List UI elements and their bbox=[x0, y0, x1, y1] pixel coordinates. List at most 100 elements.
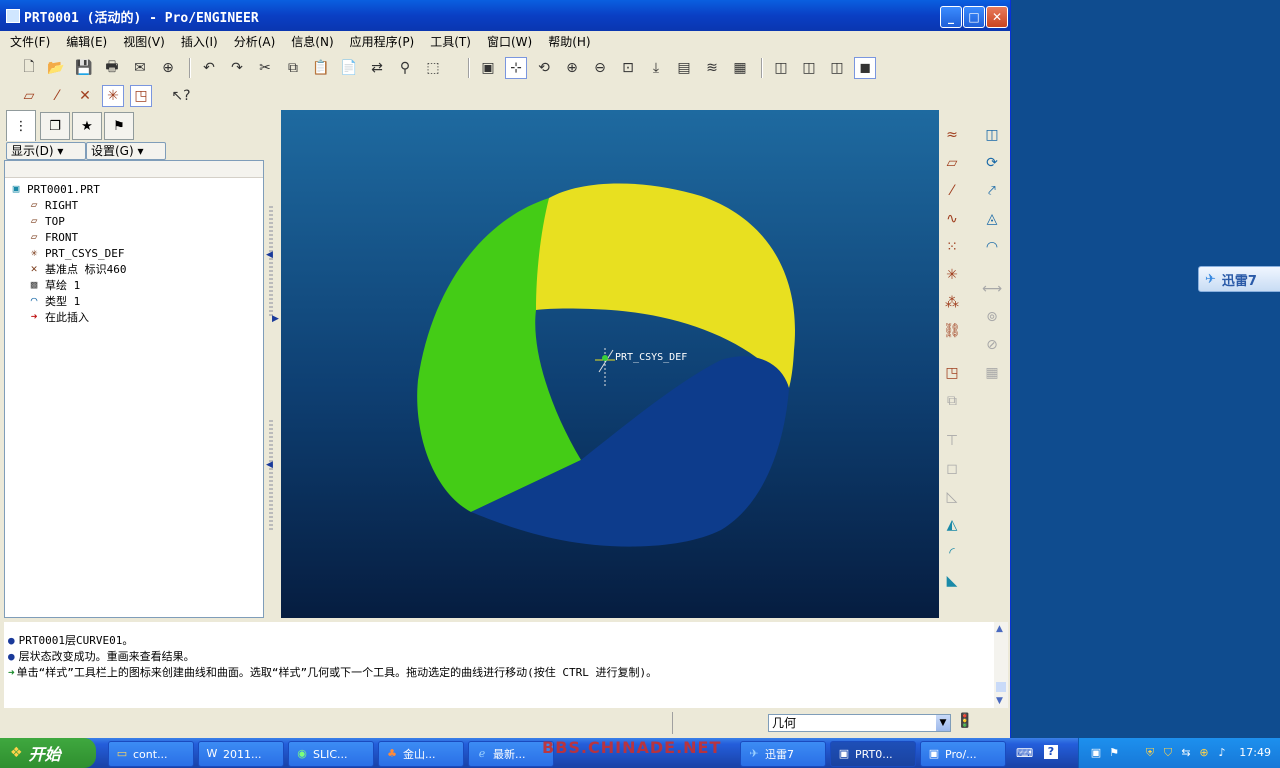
copy-icon[interactable]: ⧉ bbox=[282, 57, 304, 79]
tree-item-csys[interactable]: ✳ PRT_CSYS_DEF bbox=[27, 245, 125, 261]
refit-icon[interactable]: ⊡ bbox=[617, 57, 639, 79]
tree-item-part[interactable]: ▣ PRT0001.PRT bbox=[9, 181, 100, 197]
pattern-icon[interactable]: ▦ bbox=[981, 362, 1003, 384]
layers-icon[interactable]: ≋ bbox=[701, 57, 723, 79]
new-file-icon[interactable]: 🗋 bbox=[18, 57, 40, 79]
message-scrollbar[interactable]: ▲ ▼ bbox=[994, 622, 1008, 708]
display-dropdown[interactable]: 显示(D) ▾ bbox=[6, 142, 86, 160]
folder-browser-tab[interactable]: ❐ bbox=[40, 112, 70, 140]
volume-icon[interactable]: ♪ bbox=[1215, 746, 1229, 760]
shield-icon[interactable]: ⛉ bbox=[1161, 746, 1175, 760]
datum-axes-display-icon[interactable]: ⁄ bbox=[46, 85, 68, 107]
orient-mode-icon[interactable]: ⟲ bbox=[533, 57, 555, 79]
antivirus-icon[interactable]: ⚑ bbox=[1107, 746, 1121, 760]
favorites-tab[interactable]: ★ bbox=[72, 112, 102, 140]
security-shield-icon[interactable]: ⛨ bbox=[1143, 746, 1157, 760]
menu-edit[interactable]: 编辑(E) bbox=[56, 31, 113, 50]
regenerate-icon[interactable]: ⇄ bbox=[366, 57, 388, 79]
tree-item-style[interactable]: ◠ 类型 1 bbox=[27, 293, 81, 309]
reorient-icon[interactable]: ⤓ bbox=[645, 57, 667, 79]
chain-icon[interactable]: ⛓ bbox=[941, 320, 963, 342]
shading-icon[interactable]: ◼ bbox=[854, 57, 876, 79]
tree-item-right[interactable]: ▱ RIGHT bbox=[27, 197, 78, 213]
analysis-feature-icon[interactable]: ⁂ bbox=[941, 292, 963, 314]
task-button[interactable]: ♣ 金山... bbox=[378, 741, 464, 767]
chamfer-icon[interactable]: ◣ bbox=[941, 570, 963, 592]
shell-icon[interactable]: ◻ bbox=[941, 458, 963, 480]
wireframe-icon[interactable]: ◫ bbox=[770, 57, 792, 79]
print-icon[interactable]: 🖶 bbox=[101, 57, 123, 79]
paste-icon[interactable]: 📋 bbox=[310, 57, 332, 79]
help-icon[interactable]: ? bbox=[1044, 745, 1058, 759]
revolve-icon[interactable]: ⟳ bbox=[981, 152, 1003, 174]
extrude-surface-icon[interactable]: ◭ bbox=[941, 514, 963, 536]
tree-item-front[interactable]: ▱ FRONT bbox=[27, 229, 78, 245]
menu-applications[interactable]: 应用程序(P) bbox=[340, 31, 421, 50]
task-button[interactable]: ✈ 迅雷7 bbox=[740, 741, 826, 767]
datum-axis-tool-icon[interactable]: ⁄ bbox=[941, 180, 963, 202]
zoom-out-icon[interactable]: ⊖ bbox=[589, 57, 611, 79]
plus-icon[interactable]: ⊕ bbox=[1197, 746, 1211, 760]
menu-info[interactable]: 信息(N) bbox=[281, 31, 339, 50]
selection-box-icon[interactable]: ⬚ bbox=[422, 57, 444, 79]
task-button[interactable]: ▭ cont... bbox=[108, 741, 194, 767]
menu-analysis[interactable]: 分析(A) bbox=[224, 31, 282, 50]
connections-tab[interactable]: ⚑ bbox=[104, 112, 134, 140]
repaint-icon[interactable]: ▣ bbox=[477, 57, 499, 79]
maximize-button[interactable]: □ bbox=[963, 6, 985, 28]
title-bar[interactable]: PRT0001 (活动的) - Pro/ENGINEER _ □ ✕ bbox=[0, 0, 1010, 31]
annotation-display-icon[interactable]: ◳ bbox=[130, 85, 152, 107]
style-tool-icon[interactable]: ◳ bbox=[941, 362, 963, 384]
trim-icon[interactable]: ⊘ bbox=[981, 334, 1003, 356]
scroll-down-icon[interactable]: ▼ bbox=[996, 696, 1003, 706]
panel-splitter[interactable]: ◀ ▶ ◀ bbox=[266, 110, 279, 618]
boundary-blend-icon[interactable]: ◠ bbox=[981, 236, 1003, 258]
tree-item-insert-here[interactable]: ➜ 在此插入 bbox=[27, 309, 89, 325]
tree-item-sketch[interactable]: ▩ 草绘 1 bbox=[27, 277, 81, 293]
spin-center-icon[interactable]: ⊹ bbox=[505, 57, 527, 79]
minimize-button[interactable]: _ bbox=[940, 6, 962, 28]
collapse-left-icon[interactable]: ◀ bbox=[266, 460, 273, 470]
cut-icon[interactable]: ✂ bbox=[254, 57, 276, 79]
model-tree-tab[interactable]: ⋮ bbox=[6, 110, 36, 141]
menu-view[interactable]: 视图(V) bbox=[113, 31, 171, 50]
menu-help[interactable]: 帮助(H) bbox=[538, 31, 596, 50]
menu-tools[interactable]: 工具(T) bbox=[420, 31, 477, 50]
saved-views-icon[interactable]: ▤ bbox=[673, 57, 695, 79]
datum-points-display-icon[interactable]: ✕ bbox=[74, 85, 96, 107]
task-button[interactable]: ▣ PRT0... bbox=[830, 741, 916, 767]
find-icon[interactable]: ⚲ bbox=[394, 57, 416, 79]
close-button[interactable]: ✕ bbox=[986, 6, 1008, 28]
network-icon[interactable]: ▣ bbox=[1089, 746, 1103, 760]
menu-file[interactable]: 文件(F) bbox=[0, 31, 56, 50]
expand-right-icon[interactable]: ▶ bbox=[272, 314, 279, 324]
hidden-line-icon[interactable]: ◫ bbox=[798, 57, 820, 79]
csys-tool-icon[interactable]: ✳ bbox=[941, 264, 963, 286]
task-button[interactable]: W 2011... bbox=[198, 741, 284, 767]
sketched-curve-icon[interactable]: ∿ bbox=[941, 208, 963, 230]
redo-icon[interactable]: ↷ bbox=[226, 57, 248, 79]
tree-item-datum-point[interactable]: ✕ 基准点 标识460 bbox=[27, 261, 127, 277]
collapse-left-icon[interactable]: ◀ bbox=[266, 250, 273, 260]
zoom-in-icon[interactable]: ⊕ bbox=[561, 57, 583, 79]
ref-feature-icon[interactable]: ⧉ bbox=[941, 390, 963, 412]
datum-plane-tool-icon[interactable]: ▱ bbox=[941, 152, 963, 174]
open-folder-icon[interactable]: 📂 bbox=[45, 57, 67, 79]
draft-icon[interactable]: ◺ bbox=[941, 486, 963, 508]
merge-icon[interactable]: ⊚ bbox=[981, 306, 1003, 328]
save-icon[interactable]: 💾 bbox=[73, 57, 95, 79]
csys-display-icon[interactable]: ✳ bbox=[102, 85, 124, 107]
paste-special-icon[interactable]: 📄 bbox=[338, 57, 360, 79]
datum-point-tool-icon[interactable]: ⁙ bbox=[941, 236, 963, 258]
mirror-icon[interactable]: ⟷ bbox=[981, 278, 1003, 300]
scroll-thumb[interactable] bbox=[996, 682, 1006, 692]
task-button[interactable]: ◉ SLIC... bbox=[288, 741, 374, 767]
hole-icon[interactable]: ⊤ bbox=[941, 430, 963, 452]
round-icon[interactable]: ◜ bbox=[941, 542, 963, 564]
no-hidden-icon[interactable]: ◫ bbox=[826, 57, 848, 79]
context-help-icon[interactable]: ↖? bbox=[170, 85, 192, 107]
tree-item-top[interactable]: ▱ TOP bbox=[27, 213, 65, 229]
extrude-icon[interactable]: ◫ bbox=[981, 124, 1003, 146]
undo-icon[interactable]: ↶ bbox=[198, 57, 220, 79]
task-button[interactable]: ▣ Pro/... bbox=[920, 741, 1006, 767]
